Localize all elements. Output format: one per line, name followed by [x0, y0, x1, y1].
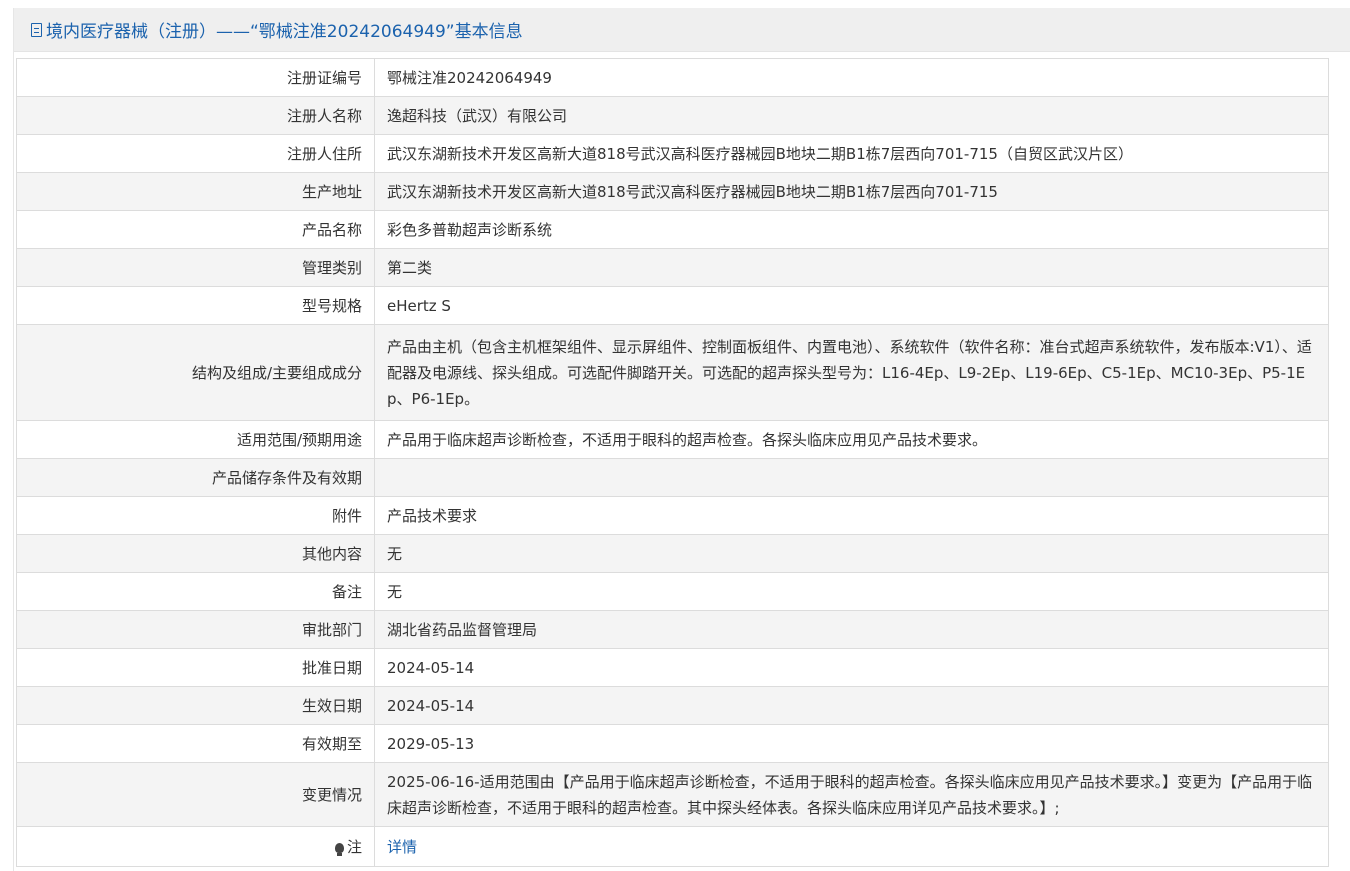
row-value: 武汉东湖新技术开发区高新大道818号武汉高科医疗器械园B地块二期B1栋7层西向7… — [374, 134, 1329, 173]
row-value: 2024-05-14 — [374, 686, 1329, 725]
row-value: 武汉东湖新技术开发区高新大道818号武汉高科医疗器械园B地块二期B1栋7层西向7… — [374, 172, 1329, 211]
row-value: 无 — [374, 534, 1329, 573]
table-row: 其他内容 无 — [16, 534, 1329, 573]
table-row: 批准日期 2024-05-14 — [16, 648, 1329, 687]
row-label: 型号规格 — [16, 286, 375, 325]
row-label: 结构及组成/主要组成成分 — [16, 324, 375, 421]
row-value: 2029-05-13 — [374, 724, 1329, 763]
row-value: eHertz S — [374, 286, 1329, 325]
info-table: 注册证编号 鄂械注准20242064949 注册人名称 逸超科技（武汉）有限公司… — [16, 58, 1329, 867]
lightbulb-icon — [334, 842, 344, 856]
table-row: 有效期至 2029-05-13 — [16, 724, 1329, 763]
details-link[interactable]: 详情 — [387, 838, 417, 856]
row-label: 注册证编号 — [16, 58, 375, 97]
table-row: 审批部门 湖北省药品监督管理局 — [16, 610, 1329, 649]
row-value: 2024-05-14 — [374, 648, 1329, 687]
row-label: 批准日期 — [16, 648, 375, 687]
row-label: 附件 — [16, 496, 375, 535]
row-value: 湖北省药品监督管理局 — [374, 610, 1329, 649]
row-value: 彩色多普勒超声诊断系统 — [374, 210, 1329, 249]
note-label: 注 — [346, 837, 362, 856]
row-label: 生效日期 — [16, 686, 375, 725]
row-label: 管理类别 — [16, 248, 375, 287]
table-row: 管理类别 第二类 — [16, 248, 1329, 287]
document-icon — [31, 22, 42, 37]
table-row: 变更情况 2025-06-16-适用范围由【产品用于临床超声诊断检查，不适用于眼… — [16, 762, 1329, 827]
table-row: 产品储存条件及有效期 — [16, 458, 1329, 497]
note-row: 注 详情 — [16, 826, 1329, 867]
note-label-cell: 注 — [16, 826, 375, 867]
page-title: 境内医疗器械（注册）——“鄂械注准20242064949”基本信息 — [46, 22, 523, 42]
page-header: 境内医疗器械（注册）——“鄂械注准20242064949”基本信息 — [14, 8, 1350, 52]
row-label: 注册人住所 — [16, 134, 375, 173]
row-label: 生产地址 — [16, 172, 375, 211]
table-row: 结构及组成/主要组成成分 产品由主机（包含主机框架组件、显示屏组件、控制面板组件… — [16, 324, 1329, 421]
row-label: 备注 — [16, 572, 375, 611]
row-value: 无 — [374, 572, 1329, 611]
row-label: 审批部门 — [16, 610, 375, 649]
row-value: 产品由主机（包含主机框架组件、显示屏组件、控制面板组件、内置电池）、系统软件（软… — [374, 324, 1329, 421]
table-row: 生效日期 2024-05-14 — [16, 686, 1329, 725]
table-row: 注册人住所 武汉东湖新技术开发区高新大道818号武汉高科医疗器械园B地块二期B1… — [16, 134, 1329, 173]
table-row: 适用范围/预期用途 产品用于临床超声诊断检查，不适用于眼科的超声检查。各探头临床… — [16, 420, 1329, 459]
table-row: 型号规格 eHertz S — [16, 286, 1329, 325]
row-value: 产品用于临床超声诊断检查，不适用于眼科的超声检查。各探头临床应用见产品技术要求。 — [374, 420, 1329, 459]
row-label: 其他内容 — [16, 534, 375, 573]
row-label: 产品名称 — [16, 210, 375, 249]
row-label: 产品储存条件及有效期 — [16, 458, 375, 497]
row-value: 第二类 — [374, 248, 1329, 287]
row-value: 鄂械注准20242064949 — [374, 58, 1329, 97]
table-row: 备注 无 — [16, 572, 1329, 611]
table-row: 注册证编号 鄂械注准20242064949 — [16, 58, 1329, 97]
row-value: 2025-06-16-适用范围由【产品用于临床超声诊断检查，不适用于眼科的超声检… — [374, 762, 1329, 827]
table-row: 附件 产品技术要求 — [16, 496, 1329, 535]
row-label: 注册人名称 — [16, 96, 375, 135]
row-value — [374, 458, 1329, 497]
row-label: 有效期至 — [16, 724, 375, 763]
table-row: 产品名称 彩色多普勒超声诊断系统 — [16, 210, 1329, 249]
note-value-cell: 详情 — [374, 826, 1329, 867]
row-label: 适用范围/预期用途 — [16, 420, 375, 459]
row-value: 产品技术要求 — [374, 496, 1329, 535]
row-value: 逸超科技（武汉）有限公司 — [374, 96, 1329, 135]
table-row: 注册人名称 逸超科技（武汉）有限公司 — [16, 96, 1329, 135]
table-row: 生产地址 武汉东湖新技术开发区高新大道818号武汉高科医疗器械园B地块二期B1栋… — [16, 172, 1329, 211]
row-label: 变更情况 — [16, 762, 375, 827]
